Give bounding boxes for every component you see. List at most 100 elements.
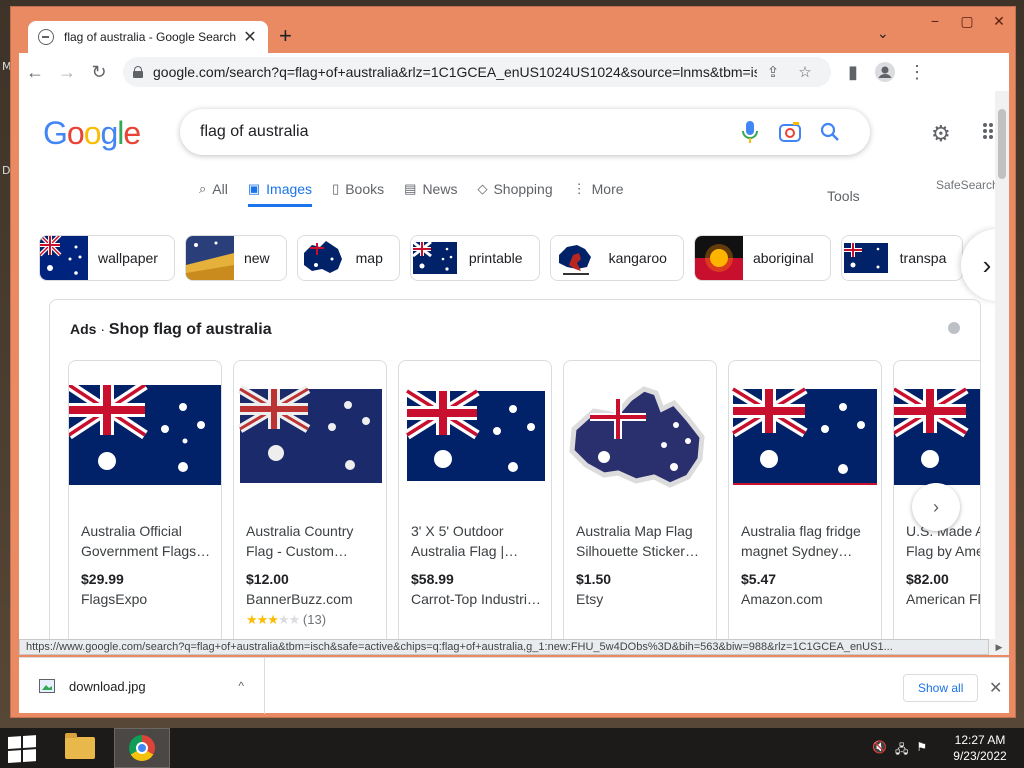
tools-button[interactable]: Tools <box>827 188 860 204</box>
tab-label: More <box>591 181 624 197</box>
taskbar-clock[interactable]: 12:27 AM 9/23/2022 <box>950 732 1010 764</box>
chip-aboriginal[interactable]: aboriginal <box>693 235 831 281</box>
australia-flag-image <box>729 385 881 489</box>
info-icon[interactable] <box>948 322 960 334</box>
product-card[interactable]: 3' X 5' Outdoor Australia Flag |… $58.99… <box>398 360 552 639</box>
tab-news[interactable]: ▤ News <box>404 181 457 207</box>
maximize-button[interactable]: ▢ <box>951 7 983 35</box>
logo-letter: g <box>100 115 118 151</box>
google-logo[interactable]: Google <box>43 115 141 152</box>
vertical-scrollbar[interactable] <box>995 91 1009 639</box>
forward-button[interactable]: → <box>51 56 83 88</box>
star-rating-icon: ★★★★★ <box>246 612 300 627</box>
shopping-ads-card: Ads · Shop flag of australia Australia O… <box>49 299 981 639</box>
product-store: Carrot-Top Industri… <box>411 591 541 607</box>
tab-close-icon[interactable]: ✕ <box>242 27 258 47</box>
chip-printable[interactable]: printable <box>409 235 540 281</box>
product-price: $12.00 <box>246 571 289 587</box>
search-icon[interactable] <box>810 122 850 142</box>
address-bar[interactable]: google.com/search?q=flag+of+australia&rl… <box>123 57 831 87</box>
chip-map[interactable]: map <box>296 235 400 281</box>
volume-muted-icon[interactable]: 🔇 <box>872 740 887 761</box>
product-title[interactable]: Australia Country Flag - Custom… <box>246 521 378 561</box>
chip-label: wallpaper <box>98 250 158 266</box>
tab-books[interactable]: ▯ Books <box>332 181 384 207</box>
australia-flag-thumbnail <box>40 236 88 280</box>
product-card[interactable]: Australia Official Government Flags… $29… <box>68 360 222 639</box>
chip-new[interactable]: new <box>184 235 287 281</box>
product-price: $29.99 <box>81 571 124 587</box>
file-explorer-button[interactable] <box>52 728 108 768</box>
close-downloads-icon[interactable]: ✕ <box>989 678 1002 698</box>
clock-date: 9/23/2022 <box>953 749 1007 763</box>
scrollbar-thumb[interactable] <box>998 109 1006 179</box>
profile-avatar-icon[interactable] <box>869 56 901 88</box>
australia-flag-image <box>894 385 980 489</box>
tab-shopping[interactable]: ◇ Shopping <box>477 181 552 207</box>
new-tab-button[interactable]: + <box>279 25 292 47</box>
product-title[interactable]: Australia Official Government Flags… <box>81 521 213 561</box>
logo-letter: o <box>83 115 102 151</box>
microphone-icon[interactable] <box>730 121 770 143</box>
bookmark-star-icon[interactable]: ☆ <box>789 63 821 81</box>
browser-window: flag of australia - Google Search ✕ + ⌄ … <box>10 6 1016 718</box>
product-store: Etsy <box>576 591 604 607</box>
browser-tab[interactable]: flag of australia - Google Search ✕ <box>28 21 268 53</box>
more-vertical-icon: ⋮ <box>572 181 586 196</box>
chevron-up-icon[interactable]: ^ <box>238 679 244 693</box>
tab-more[interactable]: ⋮ More <box>573 181 624 207</box>
close-window-button[interactable]: ✕ <box>983 7 1015 35</box>
reload-button[interactable]: ↻ <box>83 56 115 88</box>
chrome-taskbar-button[interactable] <box>114 728 170 768</box>
network-icon[interactable]: 🖧 <box>895 740 908 761</box>
tab-label: News <box>422 181 458 197</box>
tab-search-button[interactable]: ⌄ <box>877 25 889 42</box>
product-price: $5.47 <box>741 571 777 587</box>
products-next-button[interactable]: › <box>912 483 960 531</box>
search-input[interactable]: flag of australia <box>200 123 730 141</box>
chip-label: map <box>355 250 383 266</box>
search-box[interactable]: flag of australia <box>180 109 870 155</box>
product-price: $1.50 <box>576 571 612 587</box>
tab-all[interactable]: ⌕ All <box>199 181 228 207</box>
lock-icon[interactable] <box>133 66 143 78</box>
url-text[interactable]: google.com/search?q=flag+of+australia&rl… <box>153 64 757 80</box>
action-center-flag-icon[interactable]: ⚑ <box>916 740 927 761</box>
tab-images[interactable]: ▣ Images <box>247 181 313 207</box>
download-filename: download.jpg <box>69 678 146 694</box>
chip-kangaroo[interactable]: kangaroo <box>549 235 684 281</box>
logo-letter: o <box>66 115 85 151</box>
product-rating: ★★★★★ (13) <box>246 612 326 628</box>
chip-transparent[interactable]: transpa <box>840 235 964 281</box>
show-all-button[interactable]: Show all <box>903 674 979 702</box>
safesearch-button[interactable]: SafeSearch <box>936 178 999 192</box>
product-title[interactable]: 3' X 5' Outdoor Australia Flag |… <box>411 521 543 561</box>
product-title[interactable]: Australia Map Flag Silhouette Sticker… <box>576 521 708 561</box>
chip-label: printable <box>468 250 523 266</box>
printable-flag-thumbnail <box>410 236 459 280</box>
gear-icon[interactable]: ⚙ <box>931 121 951 147</box>
scroll-right-arrow-icon[interactable]: ▶ <box>989 639 1009 655</box>
product-title[interactable]: Australia flag fridge magnet Sydney… <box>741 521 873 561</box>
download-item[interactable]: download.jpg ^ <box>19 658 265 714</box>
windows-start-icon[interactable] <box>8 735 38 764</box>
minimize-button[interactable]: − <box>919 7 951 35</box>
browser-menu-icon[interactable]: ⋮ <box>901 56 933 88</box>
ads-label: Ads <box>70 321 97 337</box>
related-search-chips: wallpaper new map printable kangaroo abo… <box>39 235 973 281</box>
side-panel-icon[interactable]: ▮ <box>837 56 869 88</box>
tag-icon: ◇ <box>477 181 488 196</box>
tab-label: All <box>212 181 228 197</box>
product-card[interactable]: Australia flag fridge magnet Sydney… $5.… <box>728 360 882 639</box>
camera-lens-icon[interactable] <box>770 122 810 142</box>
search-type-tabs: ⌕ All ▣ Images ▯ Books ▤ News ◇ Shopping ⋮ Mor… <box>199 181 644 207</box>
product-card[interactable]: Australia Map Flag Silhouette Sticker… $… <box>563 360 717 639</box>
back-button[interactable]: ← <box>19 56 51 88</box>
australia-flag-image <box>399 385 551 489</box>
image-file-icon <box>39 679 55 693</box>
chip-label: aboriginal <box>752 250 814 266</box>
browser-toolbar: ← → ↻ google.com/search?q=flag+of+austra… <box>19 53 1009 91</box>
product-card[interactable]: Australia Country Flag - Custom… $12.00 … <box>233 360 387 639</box>
chip-wallpaper[interactable]: wallpaper <box>39 235 175 281</box>
share-icon[interactable]: ⇪ <box>757 63 789 81</box>
